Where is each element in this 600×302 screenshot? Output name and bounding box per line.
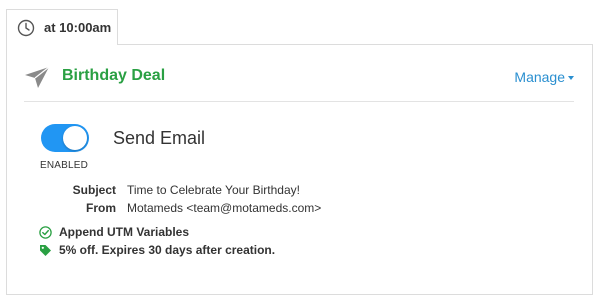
feature-utm: Append UTM Variables: [39, 225, 189, 239]
campaign-card: Birthday Deal Manage ENABLED Send Email …: [6, 44, 593, 295]
card-header: Birthday Deal Manage: [24, 63, 574, 102]
check-circle-icon: [39, 225, 52, 239]
action-title: Send Email: [113, 128, 206, 148]
manage-dropdown[interactable]: Manage: [514, 69, 574, 85]
from-value: Motameds <team@motameds.com>: [127, 201, 322, 215]
tag-icon: [39, 244, 52, 257]
feature-coupon: 5% off. Expires 30 days after creation.: [39, 243, 275, 257]
schedule-tab: at 10:00am: [6, 9, 118, 45]
feature-utm-label: Append UTM Variables: [59, 225, 190, 239]
clock-icon: [17, 19, 35, 37]
feature-coupon-label: 5% off. Expires 30 days after creation.: [59, 243, 276, 257]
schedule-time: at 10:00am: [44, 20, 112, 35]
from-label: From: [86, 201, 116, 215]
toggle-status-label: ENABLED: [40, 160, 89, 171]
subject-label: Subject: [72, 183, 116, 197]
manage-label: Manage: [514, 69, 565, 85]
enabled-toggle[interactable]: [41, 124, 89, 152]
caret-down-icon: [568, 76, 574, 81]
campaign-title: Birthday Deal: [62, 67, 166, 84]
paper-plane-icon: [24, 65, 50, 89]
toggle-knob: [63, 126, 87, 150]
subject-value: Time to Celebrate Your Birthday!: [127, 183, 300, 197]
